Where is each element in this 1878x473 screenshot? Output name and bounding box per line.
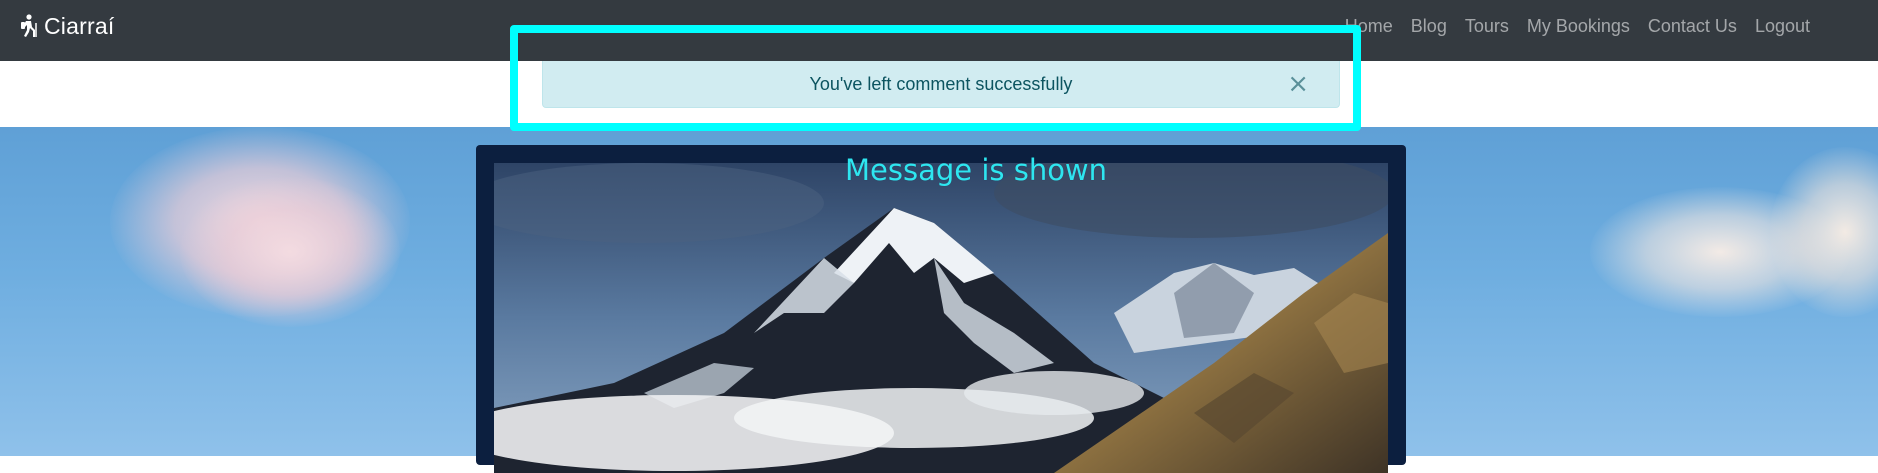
photo-card bbox=[476, 145, 1406, 473]
mountain-photo bbox=[494, 163, 1388, 473]
nav-link-logout[interactable]: Logout bbox=[1755, 14, 1810, 38]
nav-link-tours[interactable]: Tours bbox=[1465, 14, 1509, 38]
nav-link-my-bookings[interactable]: My Bookings bbox=[1527, 14, 1630, 38]
annotation-caption: Message is shown bbox=[845, 153, 1108, 187]
nav-links: Home Blog Tours My Bookings Contact Us L… bbox=[1345, 14, 1810, 38]
brand-link[interactable]: Ciarraí bbox=[18, 12, 114, 40]
hiker-icon bbox=[18, 14, 38, 38]
brand-name: Ciarraí bbox=[44, 12, 115, 39]
cloud-decoration bbox=[180, 177, 400, 327]
annotation-highlight-box bbox=[510, 25, 1361, 131]
nav-link-contact-us[interactable]: Contact Us bbox=[1648, 14, 1737, 38]
nav-link-blog[interactable]: Blog bbox=[1411, 14, 1447, 38]
